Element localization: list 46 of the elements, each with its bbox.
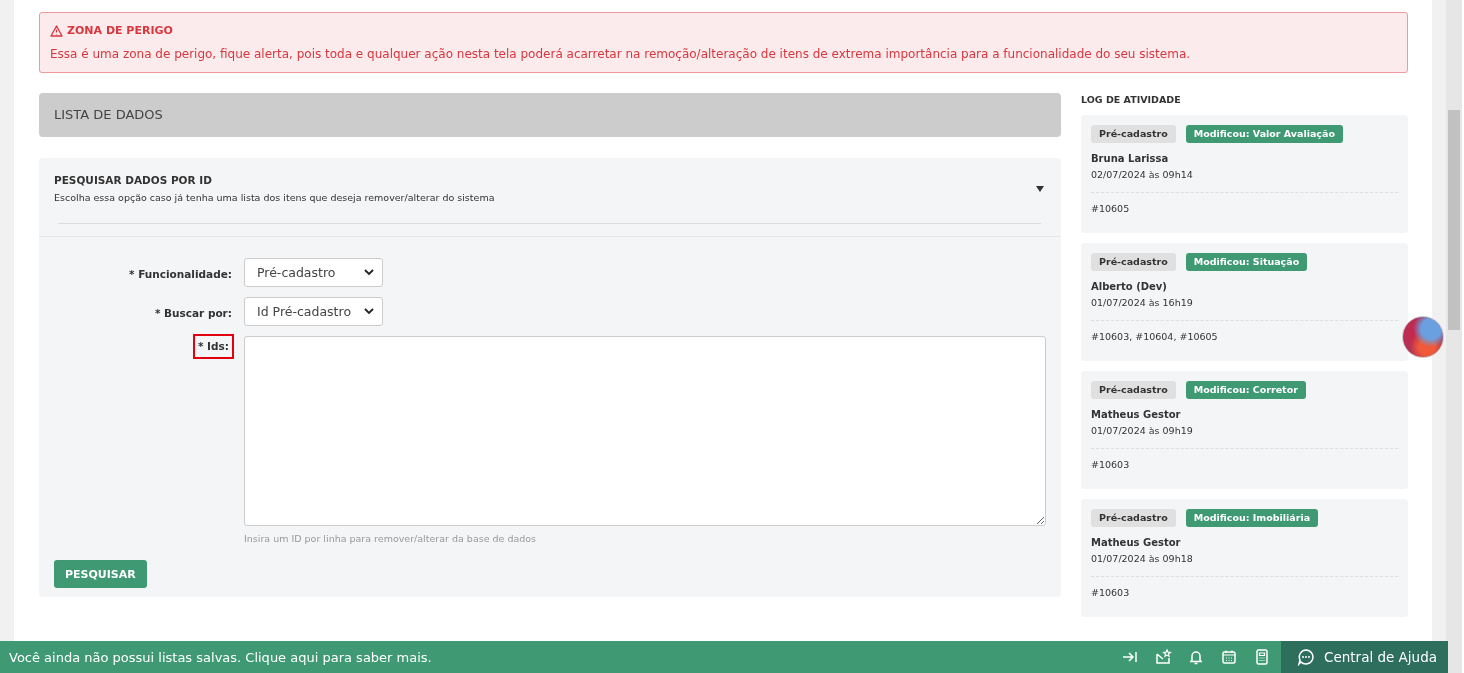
log-datetime: 01/07/2024 às 16h19 <box>1091 297 1398 321</box>
field-hint: Insira um ID por linha para remover/alterar da base de dados <box>244 533 538 544</box>
action-tag: Modificou: Situação <box>1185 253 1308 271</box>
user-name: Alberto (Dev) <box>1091 281 1168 292</box>
user-name: Matheus Gestor <box>1091 409 1182 420</box>
action-tag: Modificou: Imobiliária <box>1185 509 1319 527</box>
field-label: * Buscar por: <box>153 306 233 321</box>
search-button[interactable]: PESQUISAR <box>54 560 147 588</box>
mail-star-icon[interactable] <box>1154 648 1172 666</box>
log-ids: #10605 <box>1091 203 1131 214</box>
calendar-icon[interactable] <box>1220 648 1238 666</box>
panel-title: PESQUISAR DADOS POR ID <box>54 174 213 186</box>
log-title: LOG DE ATIVIDADE <box>1081 94 1182 105</box>
chat-bubble-icon <box>1297 648 1315 666</box>
help-center-button[interactable]: Central de Ajuda <box>1281 641 1448 673</box>
section-header: LISTA DE DADOS <box>39 93 1061 137</box>
scrollbar[interactable] <box>1446 0 1462 673</box>
module-tag: Pré-cadastro <box>1091 253 1176 271</box>
ids-field[interactable] <box>244 336 1046 526</box>
field-label: * Funcionalidade: <box>128 267 233 282</box>
log-ids: #10603 <box>1091 587 1131 598</box>
log-datetime: 02/07/2024 às 09h14 <box>1091 169 1398 193</box>
module-tag: Pré-cadastro <box>1091 381 1176 399</box>
caret-icon[interactable] <box>1036 185 1044 192</box>
panel-description: Escolha essa opção caso já tenha uma lista dos itens que deseja remover/alterar do sistema <box>54 192 495 203</box>
field-label: * Ids: <box>192 334 234 359</box>
chevron-down-icon <box>364 308 374 315</box>
action-tag: Modificou: Valor Avaliação <box>1185 125 1343 143</box>
alert-title: ZONA DE PERIGO <box>67 24 173 37</box>
dropdown[interactable]: Pré-cadastro <box>244 258 383 287</box>
log-datetime: 01/07/2024 às 09h18 <box>1091 553 1398 577</box>
log-datetime: 01/07/2024 às 09h19 <box>1091 425 1398 449</box>
module-tag: Pré-cadastro <box>1091 509 1176 527</box>
saved-lists-link[interactable]: Você ainda não possui listas salvas. Clique aqui para saber mais. <box>0 649 1121 665</box>
log-ids: #10603 <box>1091 459 1131 470</box>
alert-message: Essa é uma zona de perigo, fique alerta, pois toda e qualquer ação nesta tela poderá acarretar na remoção/alteração de itens de extrema importância para a funcionalidade do seu sistema. <box>50 46 1192 62</box>
chevron-down-icon <box>364 269 374 276</box>
dropdown[interactable]: Id Pré-cadastro <box>244 297 383 326</box>
bell-icon[interactable] <box>1187 648 1205 666</box>
warning-icon <box>50 24 63 37</box>
user-name: Bruna Larissa <box>1091 153 1170 164</box>
action-tag: Modificou: Corretor <box>1185 381 1306 399</box>
user-name: Matheus Gestor <box>1091 537 1182 548</box>
log-ids: #10603, #10604, #10605 <box>1091 331 1219 342</box>
module-tag: Pré-cadastro <box>1091 125 1176 143</box>
calculator-icon[interactable] <box>1253 648 1271 666</box>
